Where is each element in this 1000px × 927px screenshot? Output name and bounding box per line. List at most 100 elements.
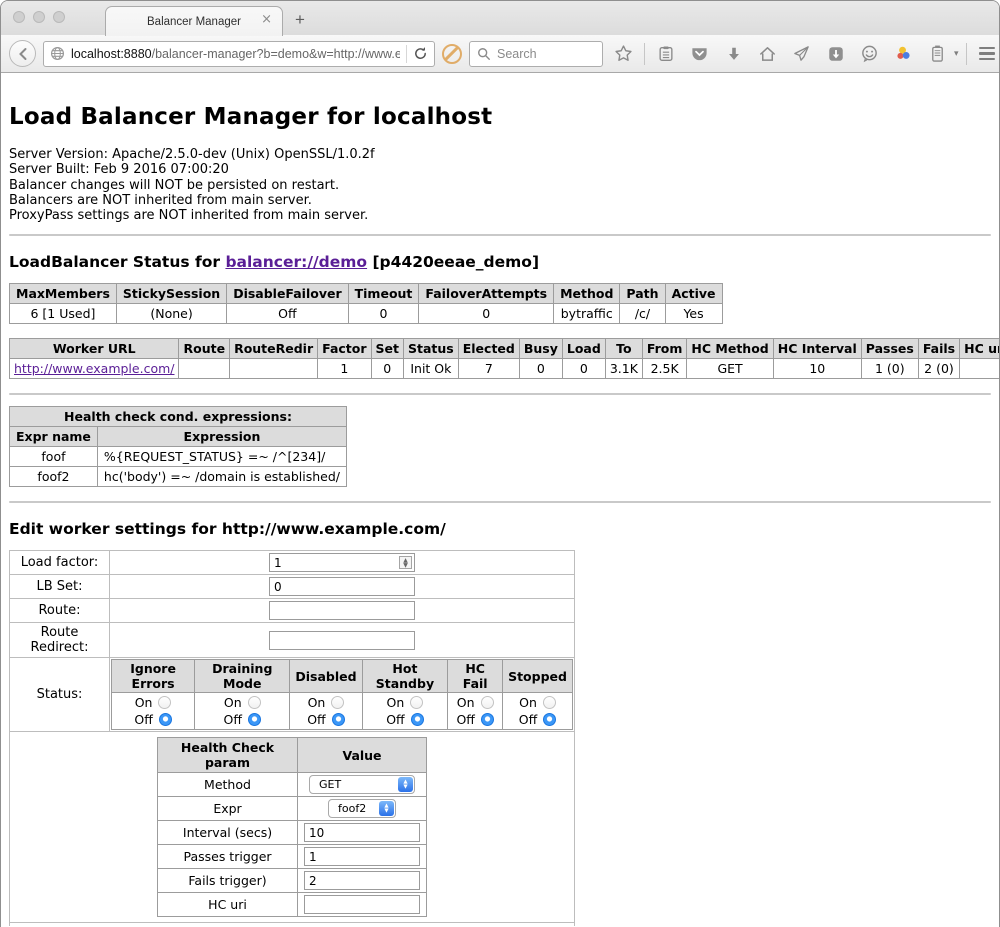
globe-icon [50,46,65,61]
cell-status: Init Ok [404,359,459,379]
cell-maxmembers: 6 [1 Used] [10,304,117,324]
bookmark-star-button[interactable] [610,40,637,67]
reload-icon[interactable] [413,46,428,61]
url-text[interactable]: localhost:8880/balancer-manager?b=demo&w… [71,47,400,61]
hc-method-select[interactable]: GET ▲▼ [309,775,415,794]
url-bar[interactable]: localhost:8880/balancer-manager?b=demo&w… [43,41,435,67]
hc-interval-input[interactable] [304,823,420,842]
inherit-note-line: Balancers are NOT inherited from main se… [9,193,991,208]
downloads-button[interactable] [720,40,747,67]
reading-list-button[interactable] [652,40,679,67]
battery-extension-button[interactable] [924,40,951,67]
heading-prefix: LoadBalancer Status for [9,253,225,271]
load-factor-input[interactable] [269,553,415,572]
radio-hc-fail-off[interactable] [481,713,494,726]
cell-timeout: 0 [348,304,419,324]
table-row: foof %{REQUEST_STATUS} =~ /^[234]/ [10,447,347,467]
hc-passes-input[interactable] [304,847,420,866]
back-button[interactable] [9,40,36,67]
battery-icon [929,44,946,63]
pocket-button[interactable] [686,40,713,67]
col-maxmembers: MaxMembers [10,284,117,304]
radio-hot-standby-on[interactable] [410,696,423,709]
load-factor-stepper[interactable]: ▲▼ [269,553,415,572]
emoji-extension-button[interactable] [856,40,883,67]
radio-stopped-on[interactable] [543,696,556,709]
share-button[interactable] [788,40,815,67]
expr-table-caption: Health check cond. expressions: [10,407,347,427]
radio-ignore-errors-off[interactable] [159,713,172,726]
table-row: http://www.example.com/ 1 0 Init Ok 7 0 … [10,359,1000,379]
window-controls[interactable] [13,11,65,23]
window-close-button[interactable] [13,11,25,23]
cell-hc-uri [960,359,999,379]
status-header-row: Ignore Errors Draining Mode Disabled Hot… [112,660,573,693]
cell-active: Yes [665,304,722,324]
lb-set-input[interactable] [269,577,415,596]
menu-button[interactable] [974,40,1000,67]
server-built-line: Server Built: Feb 9 2016 07:00:20 [9,162,991,177]
col-hc-method: HC Method [687,339,773,359]
hc-row-method: Method GET ▲▼ [158,773,427,797]
balancer-demo-link[interactable]: balancer://demo [225,253,367,271]
col-hc-interval: HC Interval [773,339,861,359]
col-factor: Factor [318,339,371,359]
color-dots-extension-button[interactable] [890,40,917,67]
cell-factor: 1 [318,359,371,379]
on-label: On [457,694,475,711]
home-button[interactable] [754,40,781,67]
extension-download-button[interactable] [822,40,849,67]
col-active: Active [665,284,722,304]
lb-set-label: LB Set: [10,575,110,599]
load-factor-label: Load factor: [10,551,110,575]
radio-hc-fail-on[interactable] [481,696,494,709]
cell-hc-interval: 10 [773,359,861,379]
worker-url-link[interactable]: http://www.example.com/ [14,361,174,376]
radio-draining-mode-off[interactable] [248,713,261,726]
col-route: Route [179,339,230,359]
radio-disabled-off[interactable] [332,713,345,726]
navigation-toolbar: localhost:8880/balancer-manager?b=demo&w… [1,35,999,73]
smiley-icon [860,44,879,63]
new-tab-button[interactable]: + [295,10,305,30]
hc-expr-select[interactable]: foof2 ▲▼ [328,799,396,818]
status-label: Status: [10,658,110,732]
heading-suffix: [p4420eeae_demo] [367,253,539,271]
radio-ignore-errors-on[interactable] [158,696,171,709]
col-draining-mode: Draining Mode [195,660,290,693]
cell-passes: 1 (0) [861,359,918,379]
radio-stopped-off[interactable] [543,713,556,726]
radio-draining-mode-on[interactable] [248,696,261,709]
col-from: From [642,339,687,359]
status-radio-row: On Off On Off On Off [112,693,573,730]
off-label: Off [456,711,474,728]
divider [9,234,991,236]
spinner-icon[interactable]: ▲▼ [399,556,412,569]
search-bar[interactable]: Search [469,41,603,67]
tab-close-icon[interactable]: × [261,13,272,26]
search-icon [477,47,491,61]
radio-disabled-on[interactable] [331,696,344,709]
col-hc-param: Health Check param [158,738,298,773]
cell-to: 3.1K [605,359,642,379]
hc-method-selected-value: GET [319,778,397,791]
tab-balancer-manager[interactable]: Balancer Manager × [105,6,283,36]
balancer-status-table: MaxMembers StickySession DisableFailover… [9,283,723,324]
cell-busy: 0 [519,359,562,379]
content-blocker-icon[interactable] [442,44,462,64]
cell-load: 0 [562,359,605,379]
radio-hot-standby-off[interactable] [411,713,424,726]
route-redirect-input[interactable] [269,631,415,650]
urlbar-divider [406,45,407,63]
window-minimize-button[interactable] [33,11,45,23]
hc-uri-input[interactable] [304,895,420,914]
persist-note-line: Balancer changes will NOT be persisted o… [9,178,991,193]
window-zoom-button[interactable] [53,11,65,23]
route-input[interactable] [269,601,415,620]
chevron-down-icon[interactable]: ▾ [954,48,959,59]
off-label: Off [386,711,404,728]
cell-from: 2.5K [642,359,687,379]
hc-fails-input[interactable] [304,871,420,890]
star-icon [614,44,633,63]
cell-elected: 7 [458,359,519,379]
